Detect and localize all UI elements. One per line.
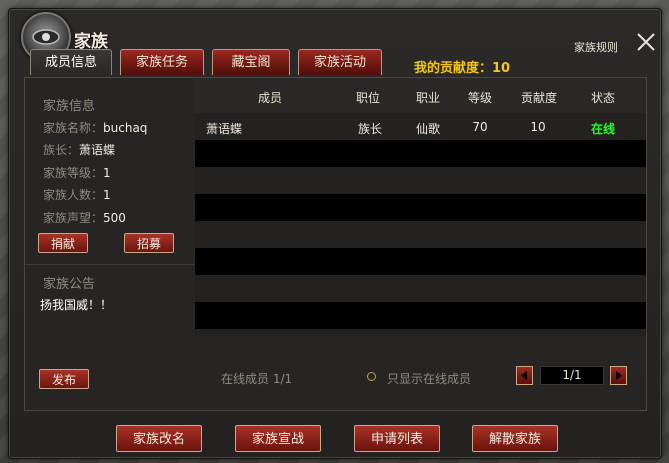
header-position: 职位 <box>355 91 380 105</box>
clan-info-title: 家族信息 <box>43 99 96 114</box>
clan-rules-link[interactable]: 家族规则 <box>574 39 618 55</box>
cell-status: 在线 <box>590 122 615 136</box>
table-row-empty <box>195 275 646 302</box>
page-next-icon[interactable] <box>610 366 627 385</box>
declare-war-button[interactable]: 家族宣战 <box>235 425 321 452</box>
clan-leader-label: 族长： <box>43 143 80 157</box>
tab-treasure-pavilion[interactable]: 藏宝阁 <box>212 49 290 75</box>
cell-position: 族长 <box>357 122 382 136</box>
radio-icon[interactable] <box>367 372 376 381</box>
members-table-header: 成员 职位 职业 等级 贡献度 状态 <box>195 78 646 113</box>
clan-name-label: 家族名称： <box>43 121 104 135</box>
tab-clan-tasks[interactable]: 家族任务 <box>120 49 204 75</box>
clan-level-label: 家族等级： <box>43 166 104 180</box>
table-row-empty <box>195 221 646 248</box>
tab-clan-activities[interactable]: 家族活动 <box>298 49 382 75</box>
application-list-button[interactable]: 申请列表 <box>354 425 440 452</box>
clan-name-row: 家族名称：buchaq <box>43 119 147 136</box>
table-footer: 在线成员 1/1 只显示在线成员 1/1 <box>195 336 646 410</box>
my-contribution-label: 我的贡献度：10 <box>414 61 511 76</box>
table-row-empty <box>195 194 646 221</box>
page-prev-icon[interactable] <box>516 366 533 385</box>
clan-members-value: 1 <box>103 188 111 202</box>
tab-member-info[interactable]: 成员信息 <box>30 49 112 75</box>
cell-member-name: 萧语蝶 <box>205 122 242 136</box>
announcement-title: 家族公告 <box>43 277 96 292</box>
sidebar-divider <box>25 264 195 265</box>
close-icon[interactable] <box>635 31 657 53</box>
header-member: 成员 <box>257 91 282 105</box>
clan-level-row: 家族等级：1 <box>43 164 111 181</box>
page-indicator: 1/1 <box>540 366 604 385</box>
clan-level-value: 1 <box>103 166 111 180</box>
publish-button[interactable]: 发布 <box>39 369 89 389</box>
table-row[interactable]: 萧语蝶 族长 仙歌 70 10 在线 <box>195 113 646 140</box>
header-level: 等级 <box>467 91 492 105</box>
online-members-count: 在线成员 1/1 <box>221 372 293 386</box>
table-row-empty <box>195 167 646 194</box>
header-contribution: 贡献度 <box>520 91 557 105</box>
recruit-button[interactable]: 招募 <box>124 233 174 253</box>
online-only-label[interactable]: 只显示在线成员 <box>387 370 471 387</box>
clan-leader-value: 萧语蝶 <box>79 143 116 157</box>
clan-name-value: buchaq <box>103 121 148 135</box>
rename-clan-button[interactable]: 家族改名 <box>116 425 202 452</box>
announcement-text: 扬我国威！！ <box>40 298 113 312</box>
clan-leader-row: 族长：萧语蝶 <box>43 141 115 158</box>
clan-prestige-value: 500 <box>103 211 126 225</box>
donate-button[interactable]: 捐献 <box>38 233 88 253</box>
table-row-empty <box>195 248 646 275</box>
dissolve-clan-button[interactable]: 解散家族 <box>472 425 558 452</box>
clan-prestige-label: 家族声望： <box>43 211 104 225</box>
header-profession: 职业 <box>415 91 440 105</box>
table-row-empty <box>195 140 646 167</box>
clan-members-label: 家族人数： <box>43 188 104 202</box>
cell-level: 70 <box>472 120 488 134</box>
table-row-empty <box>195 302 646 329</box>
header-status: 状态 <box>590 91 615 105</box>
cell-contribution: 10 <box>530 120 546 134</box>
clan-members-row: 家族人数：1 <box>43 186 111 203</box>
table-row-empty <box>195 329 646 336</box>
clan-prestige-row: 家族声望：500 <box>43 209 126 226</box>
content-area: 家族信息 家族名称：buchaq 族长：萧语蝶 家族等级：1 家族人数：1 家族… <box>24 77 647 411</box>
clan-info-sidebar: 家族信息 家族名称：buchaq 族长：萧语蝶 家族等级：1 家族人数：1 家族… <box>25 78 196 410</box>
cell-profession: 仙歌 <box>415 122 440 136</box>
